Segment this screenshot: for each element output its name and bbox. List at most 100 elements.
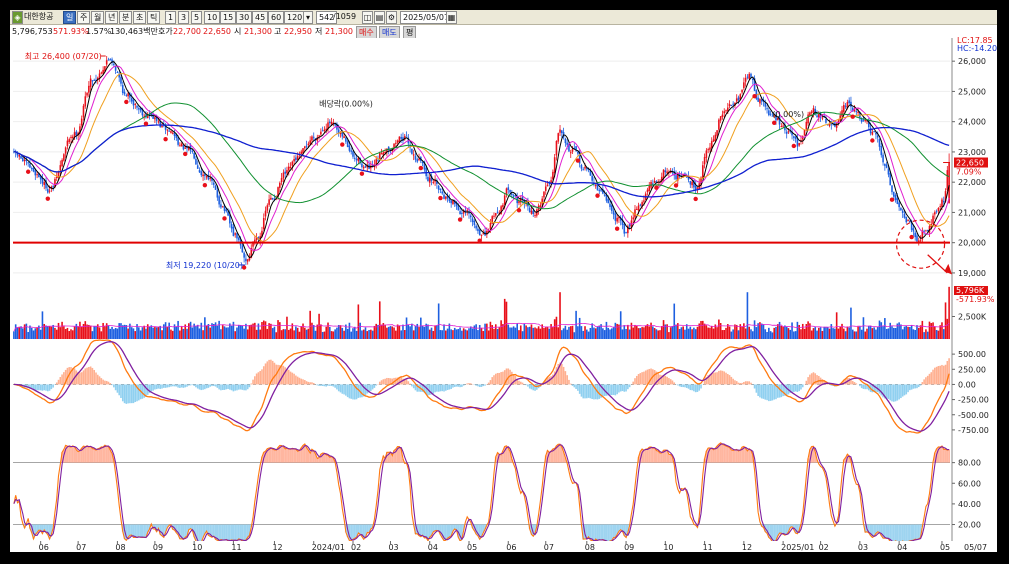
macd-oscillator-bar <box>291 372 294 385</box>
stoch-overbought-fill <box>298 450 301 463</box>
volume-ratio-label: -571.93% <box>956 295 995 304</box>
macd-oscillator-bar <box>411 384 413 387</box>
macd-oscillator-bar <box>439 384 442 392</box>
candle-body <box>805 121 808 130</box>
macd-oscillator-bar <box>309 382 311 385</box>
candle-body <box>925 230 927 232</box>
macd-oscillator-bar <box>336 384 338 390</box>
volume-bar <box>418 327 420 339</box>
macd-oscillator-bar <box>525 384 527 386</box>
candle-body <box>443 194 445 199</box>
volume-bar <box>225 327 228 339</box>
x-tick-label: 05 <box>940 543 950 552</box>
stoch-overbought-fill <box>714 448 717 463</box>
volume-bar <box>277 320 279 339</box>
volume-bar <box>662 320 665 339</box>
volume-bar <box>628 329 631 339</box>
stoch-overbought-fill <box>500 454 503 463</box>
macd-oscillator-bar <box>248 384 251 388</box>
volume-bar <box>726 324 729 339</box>
candle-body <box>912 228 915 232</box>
candle-body <box>204 174 206 176</box>
volume-bar <box>89 325 92 339</box>
volume-bar <box>632 327 635 339</box>
volume-bar <box>843 328 845 339</box>
macd-oscillator-bar <box>577 384 579 391</box>
candle-body <box>441 191 444 194</box>
macd-oscillator-bar <box>500 372 502 385</box>
candle-body <box>812 108 815 113</box>
stoch-oversold-fill <box>221 524 224 540</box>
candle-body <box>271 198 274 200</box>
volume-bar <box>498 327 501 339</box>
volume-bar <box>337 324 340 339</box>
volume-bar <box>859 326 861 339</box>
candle-body <box>279 182 281 188</box>
volume-bar <box>489 321 492 339</box>
macd-oscillator-bar <box>96 374 99 385</box>
volume-bar <box>855 331 858 339</box>
volume-bar <box>568 326 570 339</box>
stoch-overbought-fill <box>286 448 288 463</box>
stock-chart[interactable]: 19,000 20,000 21,000 22,000 23,000 24,000 25,0… <box>10 10 997 552</box>
volume-bar <box>323 331 326 339</box>
volume-bar <box>725 327 727 339</box>
volume-bar <box>66 327 69 339</box>
stoch-oversold-fill <box>907 524 909 542</box>
signal-dot <box>183 151 188 157</box>
volume-bar <box>509 327 511 339</box>
volume-bar <box>480 328 483 339</box>
volume-bar <box>273 326 276 339</box>
volume-bar <box>113 329 115 339</box>
volume-bar <box>889 322 892 339</box>
candle-body <box>352 151 354 157</box>
volume-bar <box>289 328 292 339</box>
candle-body <box>286 170 288 174</box>
volume-bar <box>680 327 683 339</box>
macd-oscillator-bar <box>635 375 638 385</box>
volume-bar <box>414 325 417 339</box>
volume-bar <box>475 324 477 339</box>
candle-body <box>764 102 767 107</box>
stoch-tick-label: 40.00 <box>958 500 981 509</box>
macd-oscillator-bar <box>696 384 699 392</box>
volume-bar <box>432 330 435 339</box>
chart-window: ◈ 대한항공 일 주 월 년 분 초 틱 1 3 5 10 15 30 45 6… <box>10 10 997 552</box>
candle-body <box>168 130 170 132</box>
stoch-overbought-fill <box>93 448 96 463</box>
candle-body <box>380 153 383 155</box>
macd-oscillator-bar <box>57 379 60 385</box>
volume-bar <box>593 327 595 339</box>
macd-oscillator-bar <box>737 382 740 385</box>
volume-bar <box>223 326 226 339</box>
candle-body <box>221 206 224 208</box>
volume-bar <box>116 328 119 339</box>
candle-body <box>532 210 535 214</box>
volume-bar <box>867 325 870 339</box>
macd-oscillator-bar <box>237 384 240 390</box>
macd-oscillator-bar <box>445 384 447 391</box>
volume-bar <box>266 328 269 339</box>
candle-body <box>903 213 906 218</box>
volume-bar <box>493 328 495 339</box>
volume-bar <box>782 326 784 339</box>
macd-oscillator-bar <box>687 384 690 389</box>
candle-body <box>66 140 69 147</box>
stoch-overbought-fill <box>87 447 90 463</box>
candle-body <box>507 187 510 190</box>
volume-bar <box>821 330 824 339</box>
volume-bar <box>104 326 106 339</box>
macd-oscillator-bar <box>341 384 344 394</box>
volume-bar <box>296 327 299 339</box>
volume-bar <box>917 327 920 339</box>
volume-bar <box>939 325 941 339</box>
volume-bar <box>487 330 490 339</box>
macd-oscillator-bar <box>457 384 460 387</box>
candle-body <box>166 129 169 131</box>
volume-bar <box>610 328 613 339</box>
volume-bar <box>152 327 154 339</box>
macd-oscillator-bar <box>254 376 256 385</box>
candle-body <box>766 108 768 110</box>
macd-oscillator-bar <box>925 377 927 385</box>
candle-body <box>202 174 204 177</box>
